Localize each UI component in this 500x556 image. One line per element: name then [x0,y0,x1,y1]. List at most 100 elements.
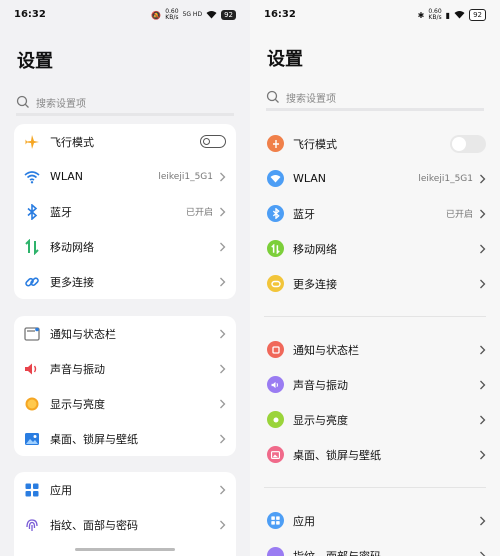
sound-icon [24,361,40,377]
sound-icon [267,376,284,393]
row-airplane-mode[interactable]: 飞行模式 [14,124,236,159]
wlan-network-name: leikeji1_5G1 [418,173,473,184]
airplane-mode-toggle[interactable] [200,135,226,148]
row-sound-vibration[interactable]: 声音与振动 [250,367,500,402]
search-placeholder: 搜索设置项 [36,98,86,110]
wallpaper-icon [267,446,284,463]
connectivity-group: 飞行模式 WLAN leikeji1_5G1 蓝牙 已开启 移动网络 更多连接 [250,126,500,301]
link-icon [267,275,284,292]
row-fingerprint[interactable]: 指纹、面部与密码 [250,538,500,556]
status-bar: 16:32 ✱ 0.60 KB/s ▮ 92 [250,9,500,23]
link-icon [24,274,40,290]
apps-group: 应用 指纹、面部与密码 [14,472,236,556]
page-title: 设置 [267,49,303,70]
row-label: 飞行模式 [50,135,94,149]
row-label: 通知与状态栏 [50,327,116,341]
wifi-status-icon [454,10,465,21]
chevron-right-icon [480,450,486,459]
chevron-right-icon [480,551,486,556]
wallpaper-icon [24,431,40,447]
wifi-icon [267,170,284,187]
chevron-right-icon [220,207,226,216]
airplane-mode-toggle[interactable] [450,134,486,153]
brightness-icon [267,411,284,428]
search-icon [266,90,279,103]
row-mobile-network[interactable]: 移动网络 [250,231,500,266]
sim-icon: ▮ [445,10,451,20]
row-label: WLAN [50,170,84,183]
mobile-data-icon [267,240,284,257]
network-speed: 0.60 KB/s [428,8,442,21]
connectivity-group: 飞行模式 WLAN leikeji1_5G1 蓝牙 已开启 移动网络 更多连接 [14,124,236,299]
row-sound-vibration[interactable]: 声音与振动 [14,351,236,386]
network-type: 5G HD [182,11,203,18]
row-label: 指纹、面部与密码 [293,549,381,556]
chevron-right-icon [220,277,226,286]
row-more-connections[interactable]: 更多连接 [250,266,500,301]
chevron-right-icon [480,244,486,253]
row-apps[interactable]: 应用 [250,503,500,538]
row-mobile-network[interactable]: 移动网络 [14,229,236,264]
home-indicator[interactable] [75,548,175,551]
battery-level: 92 [469,9,486,21]
chevron-right-icon [220,364,226,373]
row-label: 蓝牙 [293,207,315,221]
apps-icon [24,482,40,498]
bluetooth-icon [24,203,40,220]
notification-icon [24,326,40,342]
chevron-right-icon [220,172,226,181]
row-label: 显示与亮度 [293,413,348,427]
row-label: 更多连接 [293,277,337,291]
network-speed: 0.60 KB/s [165,8,179,21]
row-label: 更多连接 [50,275,94,289]
settings-screen-right: 16:32 ✱ 0.60 KB/s ▮ 92 设置 搜索设置项 飞行模式 WLAN… [250,0,500,556]
page-title: 设置 [17,51,53,72]
apps-icon [267,512,284,529]
row-label: 声音与振动 [50,362,105,376]
bluetooth-status: 已开启 [185,208,213,218]
chevron-right-icon [480,415,486,424]
bluetooth-status: 已开启 [445,210,473,220]
row-notifications[interactable]: 通知与状态栏 [250,332,500,367]
settings-screen-left: 16:32 🔕 0.60KB/s 5G HD 92 设置 搜索设置项 飞行模式 [0,0,250,556]
display-group: 通知与状态栏 声音与振动 显示与亮度 桌面、锁屏与壁纸 [14,316,236,456]
row-display-brightness[interactable]: 显示与亮度 [250,402,500,437]
row-bluetooth[interactable]: 蓝牙 已开启 [14,194,236,229]
chevron-right-icon [480,345,486,354]
bluetooth-status-icon: ✱ [417,10,425,20]
row-desktop-wallpaper[interactable]: 桌面、锁屏与壁纸 [250,437,500,472]
apps-group: 应用 指纹、面部与密码 [250,503,500,556]
fingerprint-icon [267,547,284,556]
row-label: 声音与振动 [293,378,348,392]
row-label: 飞行模式 [293,137,337,151]
row-fingerprint[interactable]: 指纹、面部与密码 [14,507,236,542]
chevron-right-icon [480,174,486,183]
row-label: 移动网络 [50,240,94,254]
display-group: 通知与状态栏 声音与振动 显示与亮度 桌面、锁屏与壁纸 [250,332,500,472]
row-more-connections[interactable]: 更多连接 [14,264,236,299]
row-label: 移动网络 [293,242,337,256]
search-bar[interactable]: 搜索设置项 [16,91,234,116]
row-bluetooth[interactable]: 蓝牙 已开启 [250,196,500,231]
chevron-right-icon [480,279,486,288]
chevron-right-icon [220,329,226,338]
search-bar[interactable]: 搜索设置项 [266,86,484,111]
fingerprint-icon [24,517,40,533]
notification-icon [267,341,284,358]
chevron-right-icon [220,242,226,251]
row-wlan[interactable]: WLAN leikeji1_5G1 [250,161,500,196]
mute-icon: 🔕 [151,10,162,20]
chevron-right-icon [220,399,226,408]
row-label: WLAN [293,172,327,185]
status-bar: 16:32 🔕 0.60 KB/s 5G HD 92 [0,9,250,23]
row-display-brightness[interactable]: 显示与亮度 [14,386,236,421]
airplane-icon [267,135,284,152]
row-wlan[interactable]: WLAN leikeji1_5G1 [14,159,236,194]
row-notifications[interactable]: 通知与状态栏 [14,316,236,351]
row-airplane-mode[interactable]: 飞行模式 [250,126,500,161]
row-apps[interactable]: 应用 [14,472,236,507]
row-desktop-wallpaper[interactable]: 桌面、锁屏与壁纸 [14,421,236,456]
row-label: 显示与亮度 [50,397,105,411]
wifi-icon [24,169,40,185]
wifi-status-icon [206,10,217,21]
